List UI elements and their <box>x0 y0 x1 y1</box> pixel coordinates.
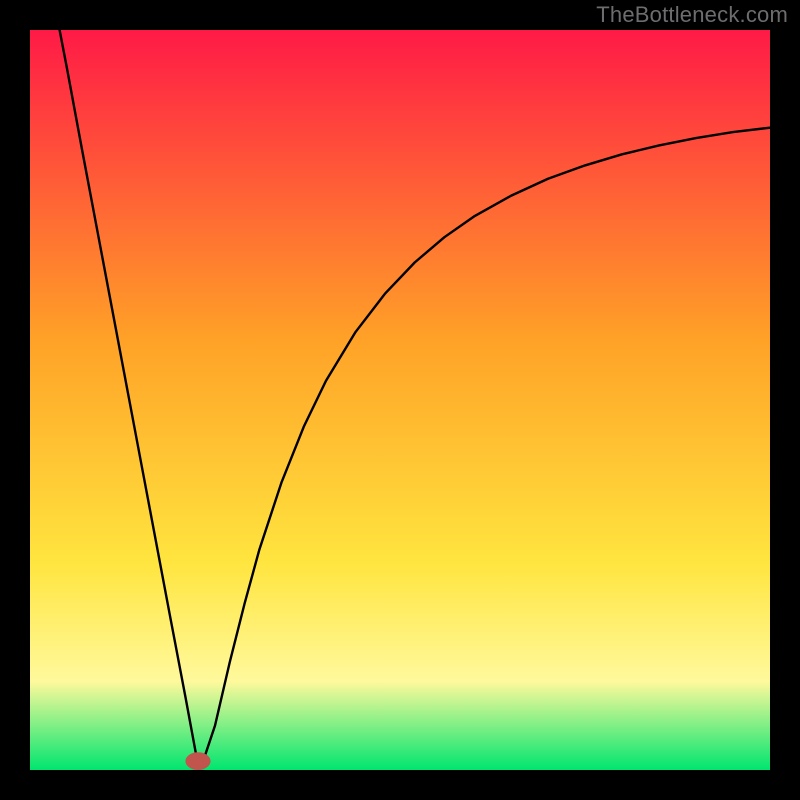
bottleneck-chart <box>0 0 800 800</box>
optimum-marker <box>185 752 210 770</box>
watermark-text: TheBottleneck.com <box>596 2 788 28</box>
chart-container: TheBottleneck.com <box>0 0 800 800</box>
plot-background <box>30 30 770 770</box>
